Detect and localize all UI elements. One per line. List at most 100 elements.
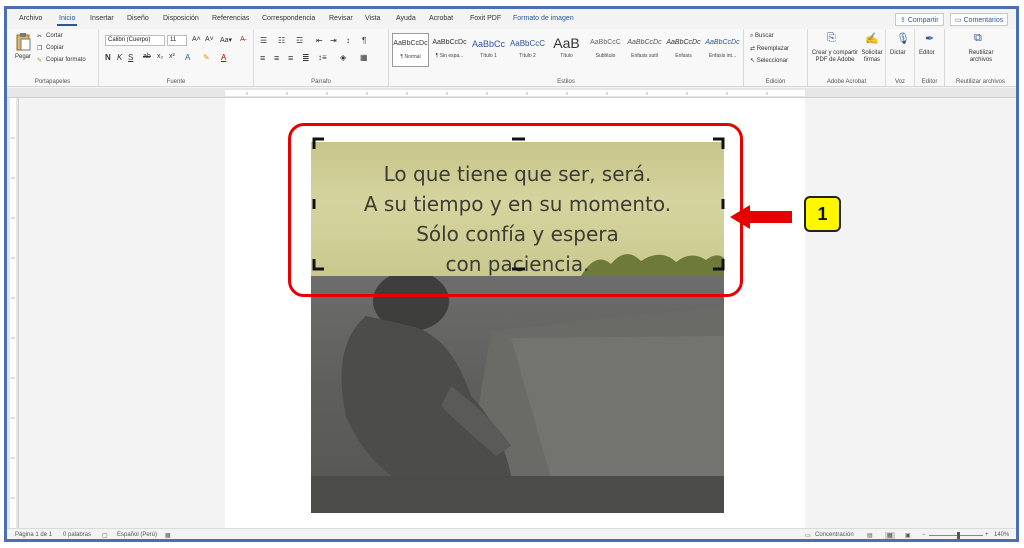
style-normal[interactable]: AaBbCcDc ¶ Normal (392, 33, 429, 67)
shrink-font-icon[interactable]: A˅ (205, 36, 214, 43)
tab-revisar[interactable]: Revisar (329, 15, 353, 22)
horizontal-ruler[interactable] (7, 88, 1016, 98)
clipboard-group-label: Portapapeles (34, 79, 71, 85)
tab-correspondencia[interactable]: Correspondencia (262, 15, 315, 22)
style-name: Título (560, 53, 573, 59)
style-titulo[interactable]: AaB Título (548, 33, 585, 67)
editing-group-label: Edición (765, 79, 786, 85)
tab-referencias[interactable]: Referencias (212, 15, 249, 22)
print-layout-icon[interactable]: ▦ (885, 532, 895, 539)
tab-ayuda[interactable]: Ayuda (396, 15, 416, 22)
zoom-slider-thumb[interactable] (957, 532, 960, 539)
shading-icon[interactable]: ◈ (340, 53, 346, 62)
style-enfasis-intenso[interactable]: AaBbCcDc Énfasis int... (704, 33, 741, 67)
style-preview: AaBbCcDc (705, 39, 740, 46)
find-button[interactable]: ⌕ Buscar (750, 33, 774, 40)
word-count[interactable]: 0 palabras (63, 532, 91, 538)
subscript-icon[interactable]: x₂ (157, 53, 163, 60)
zoom-in-icon[interactable]: + (985, 532, 989, 538)
paste-label: Pegar (15, 54, 32, 60)
tab-foxit-pdf[interactable]: Foxit PDF (470, 15, 501, 22)
voice-group: 🎙 Dictar Voz (886, 29, 915, 87)
editing-group: ⌕ Buscar ⇄ Reemplazar ↖ Seleccionar Edic… (744, 29, 808, 87)
style-preview: AaBbCcDc (627, 39, 662, 46)
font-group-label: Fuente (166, 79, 186, 85)
focus-mode[interactable]: Concentración (815, 532, 854, 538)
accessibility-icon[interactable]: ▦ (165, 532, 171, 539)
tab-insertar[interactable]: Insertar (90, 15, 114, 22)
replace-label: Reemplazar (756, 46, 790, 52)
align-center-icon[interactable]: ≡ (274, 53, 279, 63)
multilevel-list-icon[interactable]: ☲ (296, 36, 303, 45)
bullets-icon[interactable]: ☰ (260, 36, 267, 45)
paste-button[interactable]: Pegar (15, 33, 33, 67)
tab-archivo[interactable]: Archivo (19, 15, 42, 22)
align-right-icon[interactable]: ≡ (288, 53, 293, 63)
request-signatures-label: Solicitar firmas (861, 50, 883, 63)
styles-group: AaBbCcDc ¶ Normal AaBbCcDc ¶ Sin espa... A… (389, 29, 744, 87)
justify-icon[interactable]: ≣ (302, 53, 310, 64)
web-layout-icon[interactable]: ▣ (905, 532, 911, 539)
tab-inicio[interactable]: Inicio (56, 15, 78, 26)
style-subtitulo[interactable]: AaBbCcC Subtítulo (587, 33, 624, 67)
tab-diseno[interactable]: Diseño (127, 15, 149, 22)
numbering-icon[interactable]: ☷ (278, 36, 285, 45)
clear-format-icon[interactable]: A̶ (240, 36, 245, 43)
find-label: Buscar (755, 33, 774, 39)
zoom-slider[interactable] (929, 535, 983, 536)
paste-icon (16, 33, 31, 51)
zoom-out-icon[interactable]: − (922, 532, 926, 538)
style-enfasis-sutil[interactable]: AaBbCcDc Énfasis sutil (626, 33, 663, 67)
word-window: Archivo Inicio Insertar Diseño Disposici… (4, 6, 1019, 542)
style-enfasis[interactable]: AaBbCcDc Énfasis (665, 33, 702, 67)
show-marks-icon[interactable]: ¶ (362, 36, 366, 45)
focus-icon[interactable]: ▭ (805, 532, 811, 539)
highlight-icon[interactable]: ✎ (203, 53, 210, 62)
align-left-icon[interactable]: ≡ (260, 53, 265, 63)
share-button[interactable]: ⇪ Compartir (895, 13, 944, 26)
comments-button[interactable]: ▭ Comentarios (950, 13, 1009, 26)
style-titulo-1[interactable]: AaBbCc Título 1 (470, 33, 507, 67)
strikethrough-icon[interactable]: ab (143, 53, 151, 60)
tab-disposicion[interactable]: Disposición (163, 15, 199, 22)
line-spacing-icon[interactable]: ↕≡ (318, 53, 327, 62)
editor-group-label: Editor (921, 79, 938, 85)
tab-acrobat[interactable]: Acrobat (429, 15, 453, 22)
ruler-ticks-icon (10, 98, 16, 530)
grow-font-icon[interactable]: A˄ (192, 36, 201, 43)
change-case-icon[interactable]: Aa▾ (220, 36, 232, 44)
style-name: Énfasis sutil (631, 53, 658, 59)
increase-indent-icon[interactable]: ⇥ (330, 36, 337, 45)
zoom-level[interactable]: 140% (994, 532, 1009, 538)
style-sin-espaciado[interactable]: AaBbCcDc ¶ Sin espa... (431, 33, 468, 67)
decrease-indent-icon[interactable]: ⇤ (316, 36, 323, 45)
read-mode-icon[interactable]: ▤ (867, 532, 873, 539)
tab-formato-de-imagen[interactable]: Formato de imagen (513, 15, 574, 22)
superscript-icon[interactable]: x² (169, 53, 175, 60)
style-titulo-2[interactable]: AaBbCcC Título 2 (509, 33, 546, 67)
ribbon-tabs: Archivo Inicio Insertar Diseño Disposici… (7, 9, 1016, 29)
tab-vista[interactable]: Vista (365, 15, 380, 22)
bold-icon[interactable]: N (105, 53, 111, 62)
italic-icon[interactable]: K (117, 53, 122, 62)
language-indicator[interactable]: Español (Perú) (117, 532, 157, 538)
text-effects-icon[interactable]: A (185, 53, 190, 62)
style-preview: AaBbCc (471, 39, 506, 49)
font-color-icon[interactable]: A (221, 53, 226, 62)
style-preview: AaBbCcDc (432, 39, 467, 46)
editor-pen-icon: ✒ (925, 33, 935, 45)
style-preview: AaBbCcC (509, 39, 546, 48)
proofing-icon[interactable]: ▢ (102, 532, 108, 539)
vertical-ruler[interactable] (7, 98, 19, 530)
scene-illustration (311, 271, 724, 513)
page-count[interactable]: Página 1 de 1 (15, 532, 52, 538)
replace-button[interactable]: ⇄ Reemplazar (750, 45, 789, 52)
underline-icon[interactable]: S (128, 53, 133, 62)
font-name-select[interactable]: Calibri (Cuerpo) (105, 35, 165, 46)
brush-icon: ✎ (37, 58, 43, 64)
font-size-select[interactable]: 11 (167, 35, 187, 46)
sort-icon[interactable]: ↕ (346, 36, 350, 45)
select-button[interactable]: ↖ Seleccionar (750, 57, 788, 64)
borders-icon[interactable]: ▦ (360, 53, 368, 62)
reuse-files-label: Reutilizar archivos (968, 50, 994, 63)
